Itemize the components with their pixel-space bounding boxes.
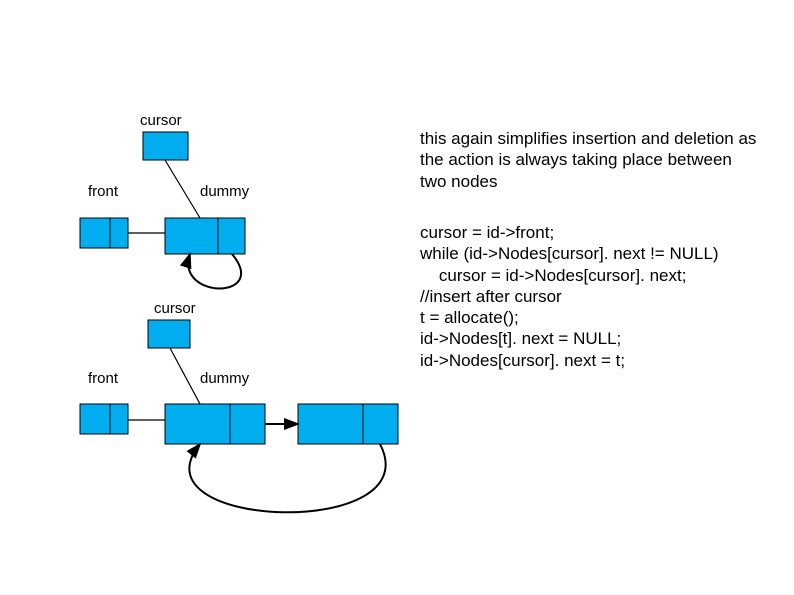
cursor-box-top [143, 132, 188, 160]
label-cursor-bottom: cursor [154, 300, 196, 317]
code-block: cursor = id->front; while (id->Nodes[cur… [420, 222, 780, 371]
front-box-top [80, 218, 128, 248]
label-cursor-top: cursor [140, 112, 182, 129]
new-node-bottom [298, 404, 398, 444]
label-dummy-top: dummy [200, 183, 249, 200]
label-front-top: front [88, 183, 118, 200]
front-box-bottom [80, 404, 128, 434]
cursor-box-bottom [148, 320, 190, 348]
dummy-node-top [165, 218, 245, 254]
explanation-text: this again simplifies insertion and dele… [420, 128, 760, 192]
dummy-node-bottom [165, 404, 265, 444]
label-dummy-bottom: dummy [200, 370, 249, 387]
label-front-bottom: front [88, 370, 118, 387]
